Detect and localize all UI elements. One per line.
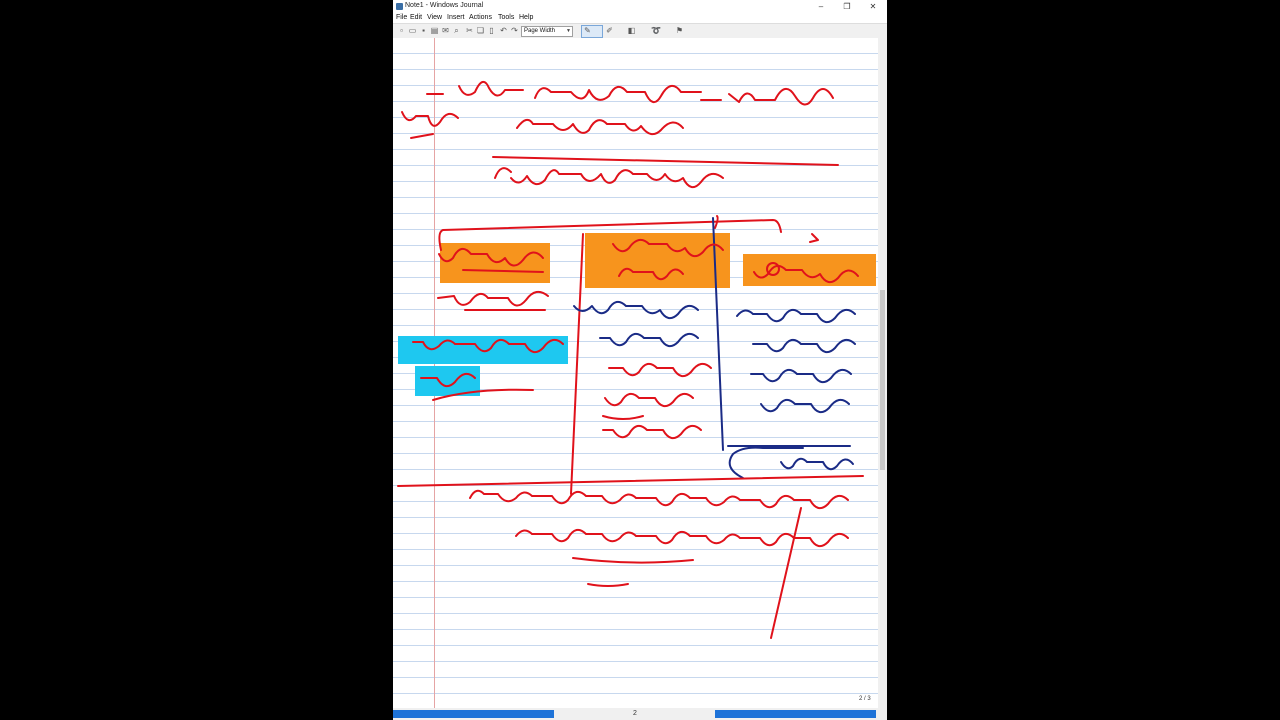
left-subtitle-ink <box>437 290 549 307</box>
handwriting-canvas <box>397 81 876 639</box>
right-line-4-ink <box>760 398 850 414</box>
flag-icon[interactable]: ⚑ <box>675 26 684 35</box>
menu-insert[interactable]: Insert <box>447 14 465 21</box>
middle-line-5-ink <box>602 424 702 440</box>
eraser-icon[interactable]: ◧ <box>627 26 636 35</box>
menu-file[interactable]: File <box>396 14 407 21</box>
cut-icon[interactable]: ✂ <box>465 26 474 35</box>
menu-edit[interactable]: Edit <box>410 14 422 21</box>
menu-bar: File Edit View Insert Actions Tools Help <box>393 13 887 23</box>
right-bottom-curve <box>728 446 804 479</box>
restore-icon[interactable]: ❐ <box>835 1 859 12</box>
toolbar: ▫ ▭ ▪ ▤ ✉ ⌕ ✂ ❏ ▯ ↶ ↷ Page Width ▼ ✎ ✐ ◧… <box>393 23 887 39</box>
new-note-icon[interactable]: ▫ <box>397 26 406 35</box>
middle-line-1-ink <box>573 300 699 320</box>
paste-icon[interactable]: ▯ <box>487 26 496 35</box>
pen-icon: ✎ <box>584 26 591 35</box>
bottom-vertical-stroke <box>770 507 802 639</box>
menu-tools[interactable]: Tools <box>498 14 514 21</box>
vertical-scrollbar[interactable] <box>878 38 887 708</box>
email-icon[interactable]: ✉ <box>441 26 450 35</box>
minimize-icon[interactable]: – <box>809 1 833 12</box>
open-icon[interactable]: ▭ <box>408 26 417 35</box>
bottom-underline-2 <box>587 583 629 587</box>
window-title: Note1 - Windows Journal <box>405 2 484 9</box>
save-icon[interactable]: ▪ <box>419 26 428 35</box>
status-progress-right <box>715 710 876 718</box>
zoom-select[interactable]: Page Width ▼ <box>521 26 573 37</box>
middle-line-2-ink <box>599 332 699 348</box>
zoom-value: Page Width <box>524 28 556 34</box>
middle-line-3-ink <box>608 362 712 378</box>
bottom-sentence-2-ink <box>515 528 849 548</box>
status-progress-left <box>393 710 554 718</box>
highlighter-icon[interactable]: ✐ <box>605 26 614 35</box>
redo-icon[interactable]: ↷ <box>510 26 519 35</box>
copy-icon[interactable]: ❏ <box>476 26 485 35</box>
search-icon[interactable]: ⌕ <box>452 26 461 35</box>
close-icon[interactable]: ✕ <box>861 1 885 12</box>
journal-window: Note1 - Windows Journal – ❐ ✕ File Edit … <box>393 0 887 720</box>
right-line-1-ink <box>736 308 856 324</box>
status-page-number: 2 <box>633 710 637 717</box>
heading-underline-short <box>410 133 434 139</box>
title-bar: Note1 - Windows Journal – ❐ ✕ <box>393 0 887 13</box>
heading-left-note-ink <box>401 111 459 127</box>
chevron-down-icon: ▼ <box>566 28 571 34</box>
menu-actions[interactable]: Actions <box>469 14 492 21</box>
page-counter: 2 / 3 <box>859 696 871 702</box>
right-line-3-ink <box>750 368 852 384</box>
right-line-2-ink <box>752 338 856 354</box>
undo-icon[interactable]: ↶ <box>499 26 508 35</box>
scrollbar-thumb[interactable] <box>880 290 885 470</box>
menu-help[interactable]: Help <box>519 14 533 21</box>
column-divider-left <box>570 233 584 495</box>
subtitle-ink <box>494 167 724 189</box>
orange-highlight-left <box>440 243 550 283</box>
bottom-sentence-1-ink <box>469 489 849 510</box>
note-page[interactable] <box>393 38 878 708</box>
pen-tool-button[interactable]: ✎ <box>581 25 603 38</box>
bottom-separator <box>397 475 864 487</box>
heading-line-1-ink <box>426 81 834 106</box>
print-icon[interactable]: ▤ <box>430 26 439 35</box>
bottom-underline-1 <box>572 557 694 564</box>
right-bottom-ink <box>780 457 854 471</box>
status-bar: 2 <box>393 708 887 720</box>
lasso-icon[interactable]: ➰ <box>651 26 661 35</box>
arrow-right-head <box>809 233 819 243</box>
orange-highlight-middle <box>585 233 730 288</box>
orange-highlight-right <box>743 254 876 286</box>
heading-underline <box>492 156 839 166</box>
heading-line-2-ink <box>516 118 684 136</box>
middle-line-4-ink <box>604 392 694 408</box>
middle-underline <box>602 415 644 420</box>
journal-app-icon <box>396 3 403 10</box>
menu-view[interactable]: View <box>427 14 442 21</box>
